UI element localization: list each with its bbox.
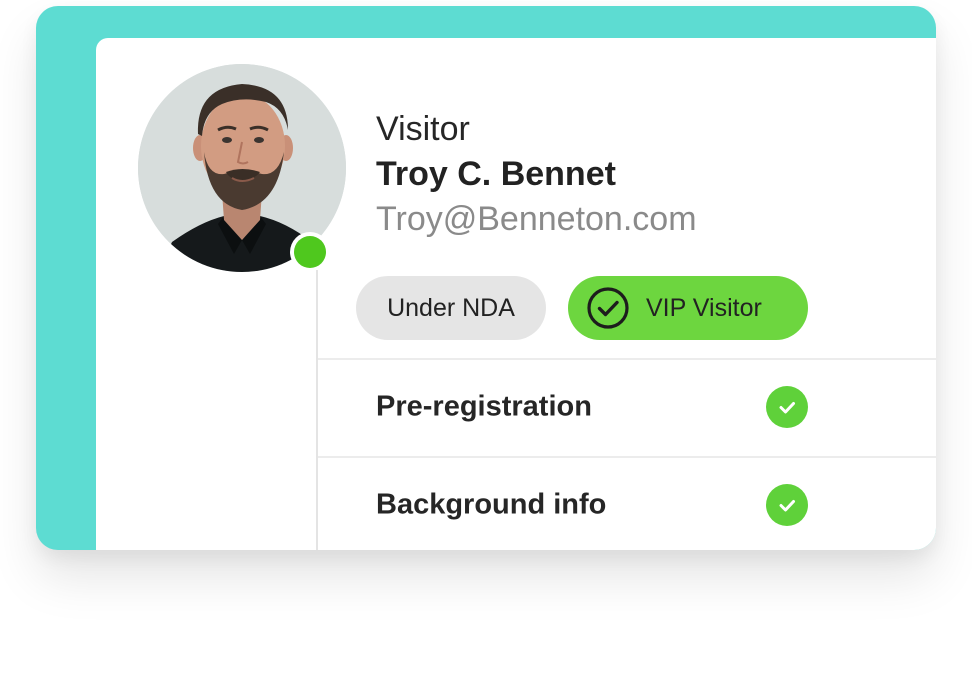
online-status-indicator [290, 232, 330, 272]
check-circle-icon [586, 286, 630, 330]
visitor-email: Troy@Benneton.com [376, 200, 697, 238]
checklist-row-label: Background info [376, 488, 607, 521]
check-icon [766, 386, 808, 428]
visitor-card-frame: Visitor Troy C. Bennet Troy@Benneton.com… [36, 6, 936, 550]
checklist-row-pre-registration: Pre-registration [318, 358, 936, 454]
under-nda-tag: Under NDA [356, 276, 546, 340]
checklist-row-label: Pre-registration [376, 390, 592, 423]
visitor-card: Visitor Troy C. Bennet Troy@Benneton.com… [96, 38, 936, 550]
visitor-role-label: Visitor [376, 110, 470, 148]
checklist-row-background-info: Background info [318, 456, 936, 550]
vip-visitor-tag: VIP Visitor [568, 276, 808, 340]
under-nda-tag-label: Under NDA [387, 293, 515, 322]
visitor-name: Troy C. Bennet [376, 155, 616, 193]
vip-visitor-tag-label: VIP Visitor [646, 293, 762, 322]
check-icon [766, 484, 808, 526]
